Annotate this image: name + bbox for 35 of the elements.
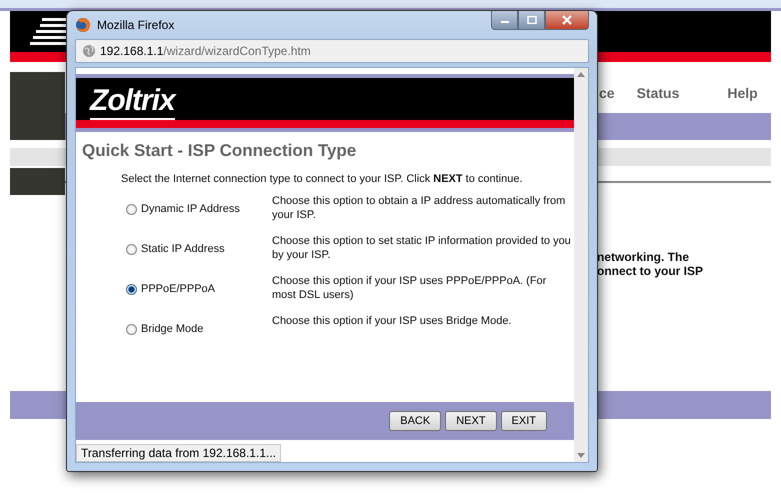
- nav-link[interactable]: Help: [727, 84, 758, 100]
- radio-button[interactable]: [126, 204, 137, 214]
- radio-button[interactable]: [126, 284, 137, 294]
- maximize-button[interactable]: [518, 11, 545, 30]
- wizard-button[interactable]: EXIT: [500, 411, 547, 431]
- browser-logo-icon: [75, 17, 91, 33]
- body-text: networking. The: [597, 250, 690, 264]
- option-description: Choose this option if your ISP uses Bridge Mode.: [272, 314, 512, 328]
- radio-button[interactable]: [126, 244, 137, 254]
- body-text: onnect to your ISP: [597, 264, 704, 278]
- option-label: Dynamic IP Address: [141, 202, 240, 216]
- scrollbar[interactable]: [574, 68, 588, 462]
- globe-icon: [82, 44, 96, 58]
- nav-link[interactable]: ce: [599, 84, 615, 100]
- scroll-up-icon[interactable]: [577, 72, 585, 77]
- scroll-down-icon[interactable]: [577, 453, 585, 458]
- option-description: Choose this option if your ISP uses PPPoE/PPPoA. (For most DSL users): [272, 274, 548, 302]
- status-text: Transferring data from 192.168.1.1...: [76, 444, 281, 462]
- minimize-button[interactable]: [491, 11, 518, 30]
- page-heading: Quick Start - ISP Connection Type: [82, 141, 358, 161]
- nav-link[interactable]: Status: [636, 84, 680, 100]
- option-description: Choose this option to obtain a IP address automatically from your ISP.: [272, 194, 566, 222]
- address-field[interactable]: 192.168.1.1/wizard/wizardConType.htm: [75, 39, 589, 63]
- maximize-icon: [526, 16, 536, 24]
- option-label: Static IP Address: [141, 242, 225, 256]
- radio-button[interactable]: [126, 324, 137, 334]
- close-button[interactable]: [545, 11, 589, 30]
- option-description: Choose this option to set static IP information provided to you by your ISP.: [272, 234, 572, 262]
- option-label: Bridge Mode: [141, 322, 204, 336]
- window-title: Mozilla Firefox: [97, 18, 174, 32]
- option-label: PPPoE/PPPoA: [141, 282, 215, 296]
- close-icon: [561, 15, 573, 25]
- instruction-text: Select the Internet connection type to connect to your ISP. Click NEXT to continue.: [121, 173, 524, 185]
- wizard-button[interactable]: BACK: [389, 411, 442, 431]
- wizard-button[interactable]: NEXT: [445, 411, 497, 431]
